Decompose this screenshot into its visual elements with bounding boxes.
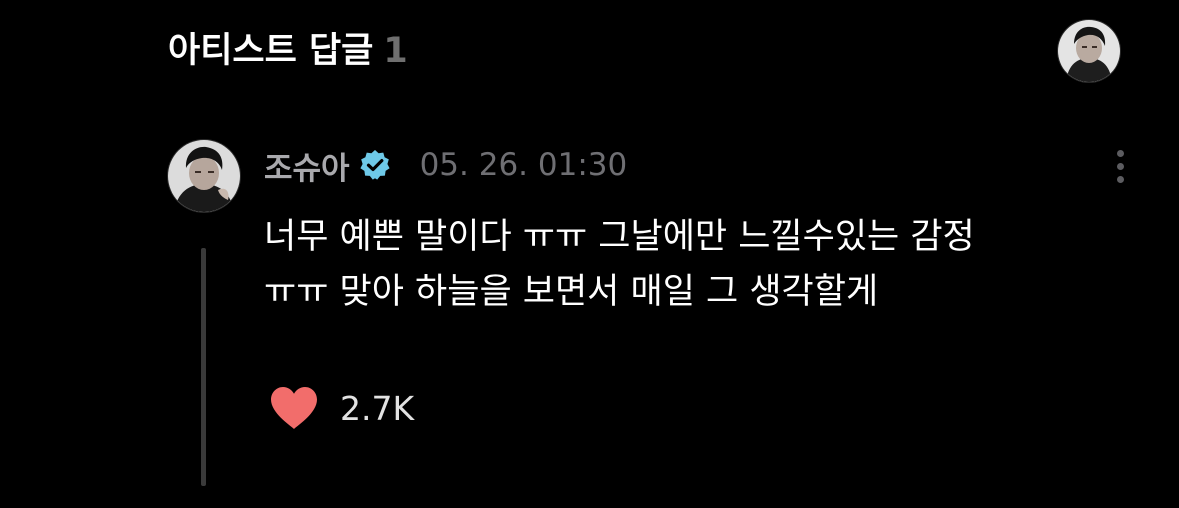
profile-avatar-icon <box>1058 20 1120 82</box>
like-count: 2.7K <box>340 388 415 428</box>
like-row: 2.7K <box>268 382 414 434</box>
more-options-button[interactable] <box>1100 144 1140 188</box>
more-vertical-icon <box>1116 162 1124 170</box>
more-vertical-icon <box>1116 149 1124 157</box>
profile-avatar-icon <box>168 140 240 212</box>
reply-count: 1 <box>383 31 408 71</box>
comment-avatar[interactable] <box>168 140 240 212</box>
comment-meta: 조슈아 05. 26. 01:30 <box>264 143 627 187</box>
comment-body: 너무 예쁜 말이다 ㅠㅠ 그날에만 느낄수있는 감정 ㅠㅠ 맞아 하늘을 보면서… <box>264 210 1164 320</box>
header-title-label: 아티스트 답글 <box>168 31 374 71</box>
comment-line: 너무 예쁜 말이다 ㅠㅠ 그날에만 느낄수있는 감정 <box>264 217 975 257</box>
heart-icon[interactable] <box>268 385 320 431</box>
page-title: 아티스트 답글 1 <box>168 26 408 76</box>
header-avatar[interactable] <box>1058 20 1120 82</box>
more-vertical-icon <box>1116 175 1124 183</box>
verified-badge-icon <box>359 150 390 180</box>
comment-line: ㅠㅠ 맞아 하늘을 보면서 매일 그 생각할게 <box>264 272 879 312</box>
thread-line <box>201 248 206 486</box>
author-name[interactable]: 조슈아 <box>264 143 350 188</box>
comment-timestamp: 05. 26. 01:30 <box>419 147 628 183</box>
